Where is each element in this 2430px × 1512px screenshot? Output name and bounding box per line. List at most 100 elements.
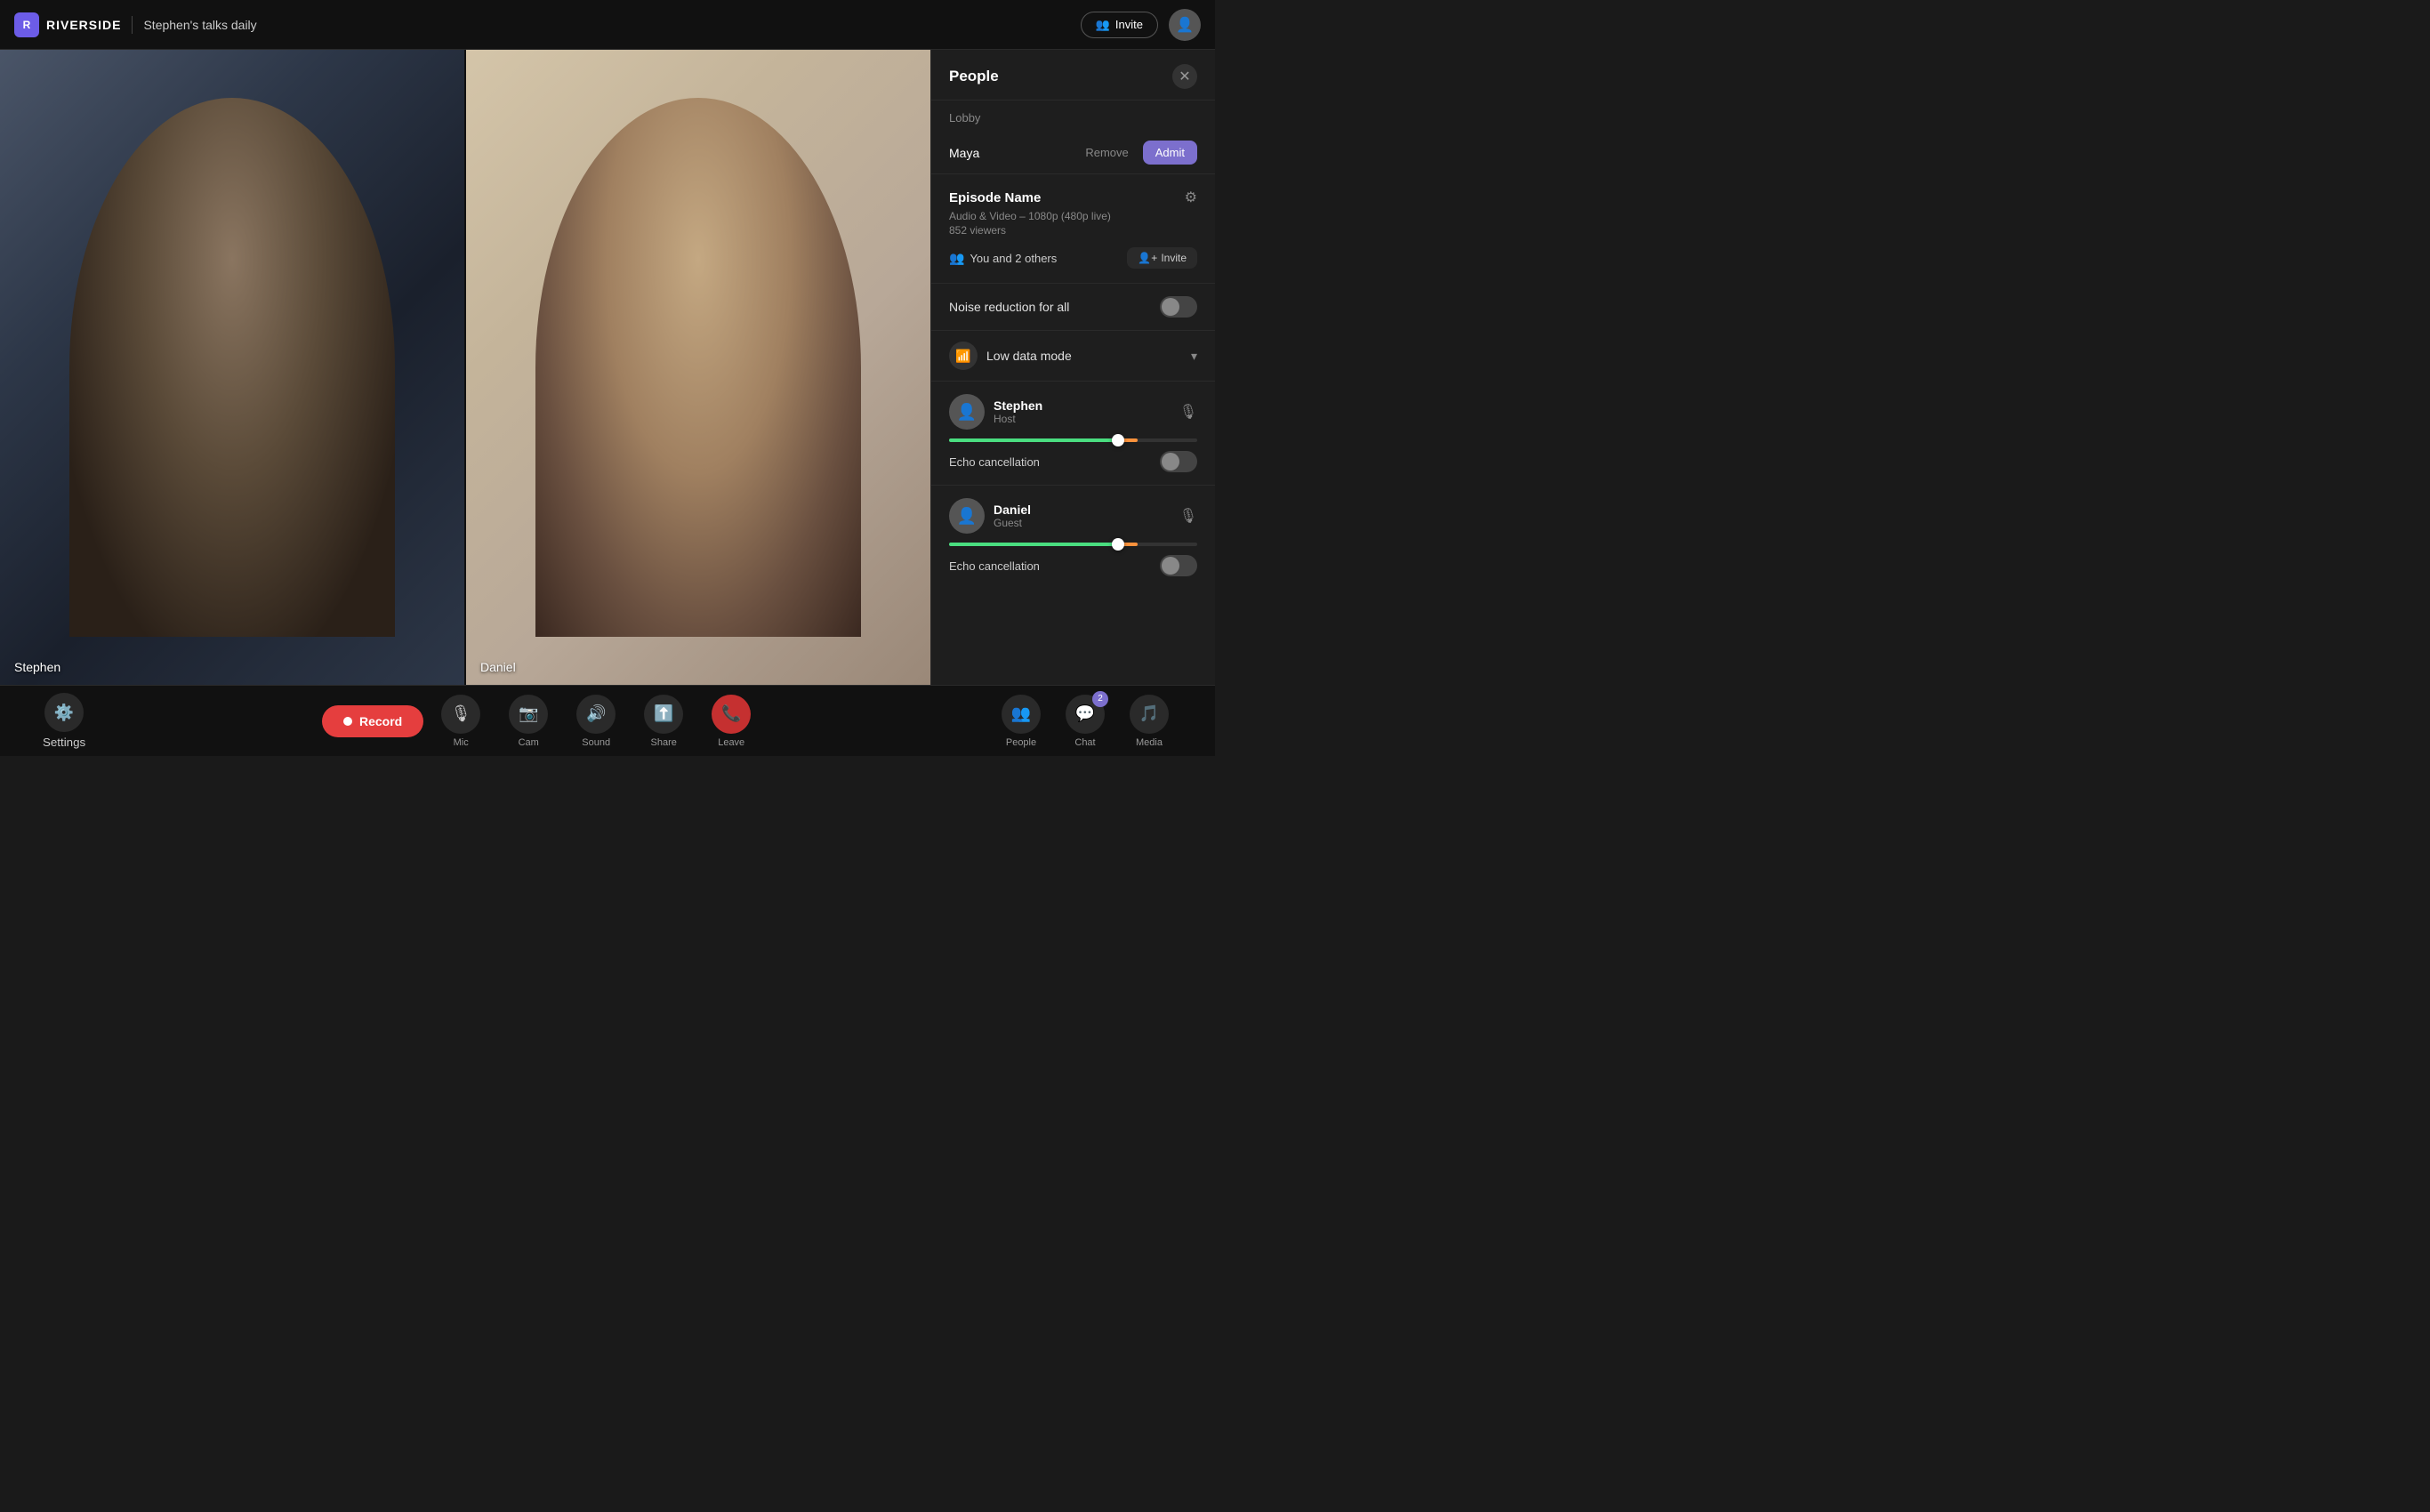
leave-label: Leave — [718, 737, 744, 748]
people-button[interactable]: 👥 People — [991, 688, 1051, 755]
participants-icon: 👥 — [949, 251, 964, 266]
invite-label: Invite — [1115, 18, 1143, 31]
episode-name: Episode Name — [949, 190, 1041, 205]
daniel-name: Daniel — [994, 503, 1171, 517]
riverside-logo-icon: R — [14, 12, 39, 37]
remove-button[interactable]: Remove — [1078, 142, 1135, 163]
mic-button[interactable]: 🎙 Mic — [430, 688, 491, 755]
daniel-role: Guest — [994, 517, 1171, 529]
daniel-volume-bar[interactable] — [949, 543, 1197, 546]
user-avatar-header[interactable]: 👤 — [1169, 9, 1201, 41]
media-label: Media — [1136, 737, 1163, 748]
share-button[interactable]: ⬆️ Share — [633, 688, 694, 755]
participants-text: You and 2 others — [970, 252, 1057, 265]
low-data-label: Low data mode — [986, 349, 1072, 363]
record-dot — [343, 717, 352, 726]
settings-label: Settings — [43, 736, 85, 749]
app-name: RIVERSIDE — [46, 18, 121, 32]
episode-quality: Audio & Video – 1080p (480p live) — [949, 210, 1197, 222]
daniel-mic-icon[interactable]: 🎙 — [1179, 507, 1197, 525]
lobby-actions: Remove Admit — [1078, 141, 1197, 165]
panel-close-button[interactable]: ✕ — [1172, 64, 1197, 89]
stephen-details: Stephen Host — [994, 398, 1171, 425]
low-data-mode-row[interactable]: 📶 Low data mode ▾ — [931, 330, 1215, 381]
settings-icon: ⚙️ — [44, 693, 84, 732]
toolbar-right: 👥 People 💬 2 Chat 🎵 Media — [991, 688, 1179, 755]
app-header: R RIVERSIDE Stephen's talks daily 👥 Invi… — [0, 0, 1215, 50]
stephen-video-label: Stephen — [14, 660, 60, 674]
session-title: Stephen's talks daily — [143, 18, 1069, 32]
stephen-mic-icon[interactable]: 🎙 — [1179, 403, 1197, 421]
lobby-person-name: Maya — [949, 146, 979, 160]
invite-small-icon: 👤+ — [1138, 252, 1157, 264]
stephen-volume-fill-green — [949, 438, 1118, 442]
people-icon: 👥 — [1002, 695, 1041, 734]
stephen-echo-toggle[interactable] — [1160, 451, 1197, 472]
media-button[interactable]: 🎵 Media — [1119, 688, 1179, 755]
participants-invite-button[interactable]: 👤+ Invite — [1127, 247, 1197, 269]
video-panel-daniel: Daniel — [466, 50, 930, 685]
participants-info: 👥 You and 2 others — [949, 251, 1057, 266]
invite-icon: 👥 — [1096, 18, 1110, 32]
toolbar-center: Record 🎙 Mic 📷 Cam 🔊 Sound ⬆️ Share 📞 Le… — [322, 688, 761, 755]
stephen-avatar: 👤 — [949, 394, 985, 430]
episode-section: Episode Name ⚙ Audio & Video – 1080p (48… — [931, 173, 1215, 283]
main-area: Stephen Daniel People ✕ Lobby Maya Remov… — [0, 50, 1215, 685]
daniel-details: Daniel Guest — [994, 503, 1171, 529]
noise-reduction-label: Noise reduction for all — [949, 300, 1069, 314]
share-label: Share — [651, 737, 677, 748]
daniel-volume-fill-green — [949, 543, 1118, 546]
sound-label: Sound — [582, 737, 610, 748]
stephen-echo-label: Echo cancellation — [949, 455, 1040, 469]
video-panel-stephen: Stephen — [0, 50, 464, 685]
lobby-section-label: Lobby — [931, 101, 1215, 132]
stephen-volume-thumb[interactable] — [1112, 434, 1124, 446]
stephen-volume-bar[interactable] — [949, 438, 1197, 442]
lobby-item-maya: Maya Remove Admit — [931, 132, 1215, 173]
admit-button[interactable]: Admit — [1143, 141, 1197, 165]
panel-header: People ✕ — [931, 50, 1215, 101]
daniel-echo-toggle[interactable] — [1160, 555, 1197, 576]
noise-reduction-toggle[interactable] — [1160, 296, 1197, 318]
daniel-silhouette — [535, 98, 860, 638]
leave-icon: 📞 — [712, 695, 751, 734]
daniel-volume-slider[interactable] — [949, 543, 1197, 546]
stephen-volume-slider[interactable] — [949, 438, 1197, 442]
mic-label: Mic — [454, 737, 469, 748]
sound-button[interactable]: 🔊 Sound — [566, 688, 626, 755]
stephen-name: Stephen — [994, 398, 1171, 413]
participant-card-daniel: 👤 Daniel Guest 🎙 Echo cancellation — [931, 485, 1215, 589]
participant-info-daniel: 👤 Daniel Guest 🎙 — [949, 498, 1197, 534]
daniel-video-label: Daniel — [480, 660, 516, 674]
invite-small-label: Invite — [1161, 252, 1187, 264]
chat-icon-wrap: 💬 2 — [1066, 695, 1105, 734]
mic-icon: 🎙 — [441, 695, 480, 734]
stephen-video-bg — [0, 50, 464, 685]
record-label: Record — [359, 714, 402, 728]
settings-button[interactable]: ⚙️ Settings — [36, 686, 93, 756]
media-icon: 🎵 — [1130, 695, 1169, 734]
stephen-silhouette — [69, 98, 394, 638]
participant-info-stephen: 👤 Stephen Host 🎙 — [949, 394, 1197, 430]
daniel-avatar: 👤 — [949, 498, 985, 534]
chevron-down-icon: ▾ — [1191, 349, 1197, 364]
cam-button[interactable]: 📷 Cam — [498, 688, 559, 755]
daniel-echo-row: Echo cancellation — [949, 555, 1197, 576]
stephen-role: Host — [994, 413, 1171, 425]
chat-badge: 2 — [1092, 691, 1108, 707]
daniel-echo-label: Echo cancellation — [949, 559, 1040, 573]
cam-icon: 📷 — [509, 695, 548, 734]
chat-button[interactable]: 💬 2 Chat — [1055, 688, 1115, 755]
daniel-volume-thumb[interactable] — [1112, 538, 1124, 551]
panel-title: People — [949, 68, 999, 85]
noise-reduction-row: Noise reduction for all — [931, 283, 1215, 330]
gear-icon[interactable]: ⚙ — [1185, 189, 1197, 206]
leave-button[interactable]: 📞 Leave — [701, 688, 761, 755]
participant-card-stephen: 👤 Stephen Host 🎙 Echo cancellation — [931, 381, 1215, 485]
logo-area: R RIVERSIDE — [14, 12, 121, 37]
video-area: Stephen Daniel — [0, 50, 930, 685]
side-panel: People ✕ Lobby Maya Remove Admit Episode… — [930, 50, 1215, 685]
invite-button[interactable]: 👥 Invite — [1081, 12, 1158, 38]
record-button[interactable]: Record — [322, 705, 423, 737]
participants-row: 👥 You and 2 others 👤+ Invite — [949, 247, 1197, 269]
